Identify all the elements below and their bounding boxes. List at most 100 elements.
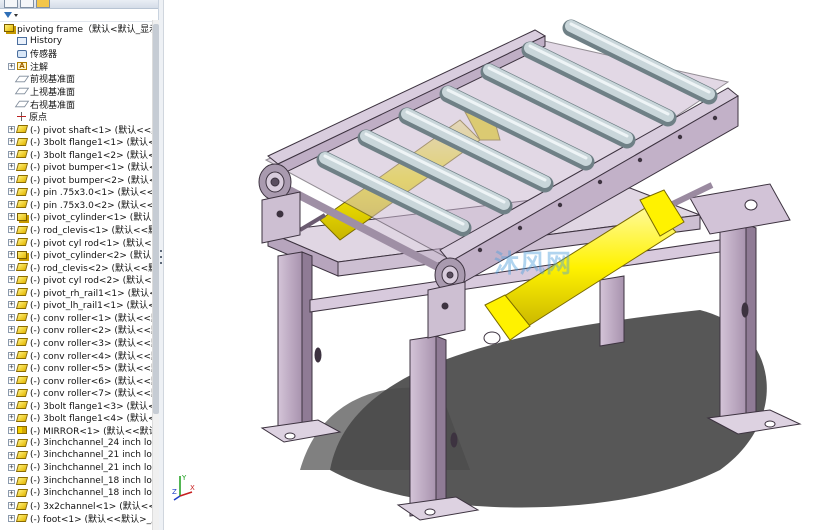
expand-toggle[interactable]: + <box>8 263 15 271</box>
tree-item[interactable]: + (-) conv roller<6> (默认<<默 <box>0 374 158 387</box>
tree-item[interactable]: + (-) 3bolt flange1<1> (默认<< <box>0 135 158 148</box>
tree-item[interactable]: History <box>0 35 62 48</box>
tree-item[interactable]: 右视基准面 <box>0 98 75 111</box>
model-view[interactable] <box>164 0 820 530</box>
expand-toggle[interactable]: + <box>8 313 15 321</box>
part-icon <box>15 401 29 410</box>
part-icon <box>15 300 29 309</box>
graphics-viewport[interactable]: 沐风网 Y X Z <box>164 0 820 530</box>
property-manager-tab[interactable] <box>20 0 34 8</box>
expand-toggle[interactable]: + <box>8 276 15 284</box>
expand-toggle[interactable]: + <box>8 389 15 397</box>
tree-item[interactable]: + (-) 3inchchannel_24 inch long <box>0 437 158 450</box>
tree-item[interactable]: + (-) 3inchchannel_18 inch long <box>0 474 158 487</box>
tree-item[interactable]: + (-) pivot cyl rod<1> (默认<<默 <box>0 236 158 249</box>
assembly-icon <box>17 250 27 259</box>
part-icon <box>15 338 29 347</box>
expand-toggle[interactable]: + <box>8 502 15 510</box>
expand-toggle[interactable]: + <box>8 351 15 359</box>
tree-item[interactable]: + (-) pivot cyl rod<2> (默认<<默 <box>0 273 158 286</box>
tree-item[interactable]: + (-) 3bolt flange1<4> (默认<< <box>0 412 158 424</box>
tree-item[interactable]: + (-) pin .75x3.0<2> (默认<<默 <box>0 198 158 211</box>
tree-item[interactable]: + (-) 3bolt flange1<3> (默认<< <box>0 399 159 412</box>
expand-toggle[interactable]: + <box>8 226 15 233</box>
tree-root[interactable]: pivoting frame（默认<默认_显示状 <box>0 22 158 35</box>
ground-shadow <box>300 310 767 508</box>
expand-toggle[interactable]: + <box>8 62 15 70</box>
tree-item[interactable]: + (-) conv roller<5> (默认<<默 <box>0 361 158 374</box>
expand-toggle[interactable]: + <box>8 477 15 484</box>
expand-toggle[interactable]: + <box>8 451 15 459</box>
tree-item[interactable]: + (-) pivot_cylinder<1> (默认< <box>0 211 158 223</box>
part-icon <box>15 263 29 272</box>
tree-item[interactable]: + (-) pivot_cylinder<2> (默认< <box>0 248 158 261</box>
tree-item-label: (-) pin .75x3.0<1> (默认<<默 <box>30 188 159 199</box>
tree-item[interactable]: + (-) conv roller<2> (默认<<默 <box>0 324 158 336</box>
plane-icon <box>14 100 30 108</box>
part-icon <box>15 325 29 334</box>
watermark-logo: 沐风网 <box>494 249 573 278</box>
filter-icon[interactable] <box>4 12 12 18</box>
expand-toggle[interactable]: + <box>8 439 15 447</box>
tree-item[interactable]: 传感器 <box>0 48 57 60</box>
expand-toggle[interactable]: + <box>8 288 15 296</box>
tree-item[interactable]: + (-) 3bolt flange1<2> (默认<< <box>0 148 159 161</box>
tree-item-label: (-) 3bolt flange1<2> (默认<< <box>30 150 159 161</box>
expand-toggle[interactable]: + <box>8 401 15 409</box>
tree-item[interactable]: + (-) pin .75x3.0<1> (默认<<默 <box>0 186 159 199</box>
tree-item[interactable]: 前视基准面 <box>0 73 75 85</box>
tree-filter[interactable] <box>0 9 158 22</box>
expand-toggle[interactable]: + <box>8 200 15 208</box>
expand-toggle[interactable]: + <box>8 175 15 183</box>
tree-item[interactable]: + (-) 3inchchannel_21 inch long <box>0 462 158 475</box>
tree-item[interactable]: + (-) 3x2channel<1> (默认<<默认 <box>0 499 158 512</box>
expand-toggle[interactable]: + <box>8 251 15 259</box>
tree-item[interactable]: + (-) conv roller<4> (默认<<默 <box>0 349 158 362</box>
tree-item[interactable]: + (-) pivot shaft<1> (默认<<默认 <box>0 123 158 136</box>
expand-toggle[interactable]: + <box>8 338 15 346</box>
expand-toggle[interactable]: + <box>8 301 15 309</box>
tree-item[interactable]: 原点 <box>0 110 47 123</box>
expand-toggle[interactable]: + <box>8 326 15 334</box>
grip-dot <box>160 262 162 264</box>
expand-toggle[interactable]: + <box>8 238 15 246</box>
chevron-down-icon[interactable] <box>14 13 18 17</box>
expand-toggle[interactable]: + <box>8 376 15 384</box>
expand-toggle[interactable]: + <box>8 150 15 158</box>
tree-scrollbar[interactable] <box>152 20 159 530</box>
tree-item[interactable]: + (-) pivot bumper<2> (默认<< <box>0 173 158 186</box>
tree-item-label: (-) conv roller<7> (默认<<默 <box>30 389 159 400</box>
part-icon <box>15 438 29 447</box>
tree-item[interactable]: + (-) conv roller<1> (默认<<默 <box>0 311 158 324</box>
tree-item[interactable]: + (-) conv roller<7> (默认<<默 <box>0 386 159 400</box>
expand-toggle[interactable]: + <box>8 125 15 133</box>
tree-item[interactable]: + (-) rod_clevis<2> (默认<<默认 <box>0 261 158 274</box>
tree-item[interactable]: + (-) pivot_lh_rail1<1> (默认<< <box>0 299 158 311</box>
tree-item[interactable]: + (-) conv roller<3> (默认<<默 <box>0 336 158 349</box>
expand-toggle[interactable]: + <box>8 514 15 522</box>
tree-item-label: (-) 3bolt flange1<3> (默认<< <box>30 401 159 412</box>
expand-toggle[interactable]: + <box>8 213 15 221</box>
tree-item-label: (-) MIRROR<1> (默认<<默认 <box>30 426 158 437</box>
expand-toggle[interactable]: + <box>8 489 15 497</box>
expand-toggle[interactable]: + <box>8 464 15 472</box>
expand-toggle[interactable]: + <box>8 364 15 372</box>
tree-item[interactable]: + (-) pivot_rh_rail1<1> (默认<< <box>0 286 158 299</box>
tree-item-label: (-) 3inchchannel_21 inch long <box>30 450 159 461</box>
expand-toggle[interactable]: + <box>8 163 15 171</box>
tree-item[interactable]: + A 注解 <box>0 60 48 73</box>
feature-manager-tab[interactable] <box>4 0 18 8</box>
expand-toggle[interactable]: + <box>8 188 15 196</box>
tree-item[interactable]: + (-) rod_clevis<1> (默认<<默认 <box>0 223 158 236</box>
tree-item[interactable]: + (-) 3inchchannel_18 inch long <box>0 487 158 500</box>
expand-toggle[interactable]: + <box>8 426 15 434</box>
tree-item[interactable]: + (-) foot<1> (默认<<默认>_显 <box>0 512 158 525</box>
tree-item[interactable]: + (-) MIRROR<1> (默认<<默认 <box>0 424 158 437</box>
expand-toggle[interactable]: + <box>8 414 15 422</box>
tree-item[interactable]: + (-) pivot bumper<1> (默认<< <box>0 161 158 173</box>
tree-item[interactable]: + (-) 3inchchannel_21 inch long <box>0 449 159 462</box>
triad-x-label: X <box>190 484 195 492</box>
expand-toggle[interactable]: + <box>8 138 15 146</box>
config-manager-tab[interactable] <box>36 0 50 8</box>
tree-item[interactable]: 上视基准面 <box>0 85 75 98</box>
